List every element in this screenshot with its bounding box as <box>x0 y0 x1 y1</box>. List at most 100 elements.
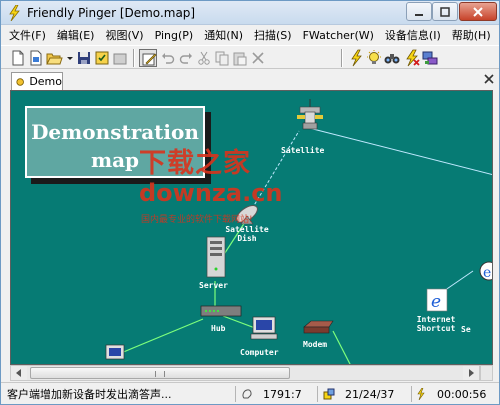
status-counter: 1791:7 <box>263 387 302 401</box>
minimize-icon <box>415 14 423 16</box>
satellite-label: Satellite <box>281 146 325 155</box>
save-icon <box>78 52 90 64</box>
lightning-icon <box>417 388 425 400</box>
partial-node-label: Se <box>461 325 471 334</box>
status-devices-cell: 21/24/37 <box>323 386 394 402</box>
scroll-left-button[interactable] <box>11 366 27 380</box>
status-elapsed: 00:00:56 <box>437 387 487 401</box>
menu-file[interactable]: 文件(F) <box>9 27 46 43</box>
copy-button[interactable] <box>213 49 231 67</box>
undo-button[interactable] <box>159 49 177 67</box>
modem-label: Modem <box>303 340 328 349</box>
partial-right-node[interactable]: e <box>479 261 493 281</box>
ping-button[interactable] <box>347 49 365 67</box>
close-tab-icon[interactable] <box>483 73 495 85</box>
menu-fwatcher[interactable]: FWatcher(W) <box>303 29 374 42</box>
link-hub-workstation <box>120 318 204 354</box>
menu-notify[interactable]: 通知(N) <box>204 27 243 43</box>
map-title-line2: map <box>90 148 140 172</box>
toolbar-separator <box>341 49 343 67</box>
status-bar: 客户端增加新设备时发出滴答声... 1791:7 21/24/37 00:00:… <box>1 382 499 404</box>
status-separator <box>317 386 318 402</box>
status-counter-cell: 1791:7 <box>241 386 302 402</box>
new-button[interactable] <box>9 49 27 67</box>
folder-icon <box>113 53 127 65</box>
menu-help[interactable]: 帮助(H) <box>452 27 491 43</box>
find-button[interactable] <box>383 49 401 67</box>
save-all-button[interactable] <box>93 49 111 67</box>
maximize-button[interactable] <box>432 2 458 21</box>
dish-label-line1: Satellite <box>225 225 269 234</box>
svg-text:e: e <box>483 265 491 281</box>
status-devices: 21/24/37 <box>345 387 395 401</box>
scroll-right-button[interactable] <box>463 366 479 380</box>
network-button[interactable] <box>421 49 439 67</box>
copy-icon <box>215 51 229 66</box>
modem-node[interactable] <box>303 320 334 334</box>
redo-icon <box>179 53 192 64</box>
delete-icon <box>252 52 264 64</box>
link-modem <box>332 330 351 364</box>
close-icon <box>473 7 483 17</box>
status-message: 客户端增加新设备时发出滴答声... <box>7 388 172 401</box>
device-count-icon <box>323 388 335 400</box>
redo-button[interactable] <box>177 49 195 67</box>
hub-node[interactable] <box>200 305 242 317</box>
paste-icon <box>233 52 247 66</box>
menu-ping[interactable]: Ping(P) <box>155 29 194 42</box>
status-separator <box>411 386 412 402</box>
scroll-grip <box>155 371 165 377</box>
server-node[interactable] <box>206 236 226 278</box>
map-tab-icon <box>16 77 24 86</box>
toolbar-separator <box>133 49 135 67</box>
satellite-node[interactable] <box>297 99 323 130</box>
server-label: Server <box>199 281 228 290</box>
alert-button[interactable] <box>403 49 421 67</box>
tab-label: Demo <box>29 75 62 88</box>
watermark-slogan: 国内最专业的软件下载网站! <box>141 215 253 225</box>
menu-scan[interactable]: 扫描(S) <box>254 27 292 43</box>
scroll-thumb[interactable] <box>30 367 290 379</box>
maximize-icon <box>440 7 450 17</box>
tab-demo[interactable]: Demo <box>11 72 63 90</box>
bulb-icon <box>367 50 381 64</box>
internet-shortcut-node[interactable]: e <box>426 288 448 312</box>
menu-edit[interactable]: 编辑(E) <box>57 27 95 43</box>
notify-button[interactable] <box>365 49 383 67</box>
ping-icon <box>351 49 362 67</box>
open-dropdown-button[interactable] <box>61 49 73 67</box>
computer-node[interactable] <box>250 316 278 340</box>
delete-button[interactable] <box>249 49 267 67</box>
dish-label-line2: Dish <box>237 234 257 243</box>
workstation-node[interactable] <box>105 344 125 360</box>
scroll-corner <box>480 365 493 381</box>
edit-icon <box>142 53 157 66</box>
internet-shortcut-label: Internet Shortcut <box>413 315 459 333</box>
map-canvas[interactable]: e e Demonstration map Satellite Satellit… <box>10 90 493 365</box>
watermark-domain: downza.cn <box>139 179 283 207</box>
binoculars-icon <box>384 54 400 64</box>
undo-icon <box>162 53 175 64</box>
watermark-logo-text: 下载之家 <box>139 148 251 179</box>
toolbar <box>1 45 499 69</box>
new-icon <box>12 50 24 66</box>
save-button[interactable] <box>75 49 93 67</box>
menu-view[interactable]: 视图(V) <box>105 27 143 43</box>
new-map-button[interactable] <box>27 49 45 67</box>
tab-bar: Demo <box>1 70 499 90</box>
minimize-button[interactable] <box>406 2 432 21</box>
edit-mode-button[interactable] <box>139 49 157 67</box>
cut-button[interactable] <box>195 49 213 67</box>
horizontal-scrollbar[interactable] <box>10 365 480 381</box>
menu-device-info[interactable]: 设备信息(I) <box>385 27 441 43</box>
menu-bar: 文件(F) 编辑(E) 视图(V) Ping(P) 通知(N) 扫描(S) FW… <box>1 26 499 44</box>
hub-label: Hub <box>211 324 226 333</box>
paste-button[interactable] <box>231 49 249 67</box>
window-title: Friendly Pinger [Demo.map] <box>27 6 196 20</box>
network-icon <box>422 51 438 65</box>
computer-label: Computer <box>240 348 279 357</box>
close-button[interactable] <box>459 2 497 21</box>
cut-icon <box>198 51 210 65</box>
properties-button[interactable] <box>111 49 129 67</box>
app-icon <box>9 5 20 21</box>
